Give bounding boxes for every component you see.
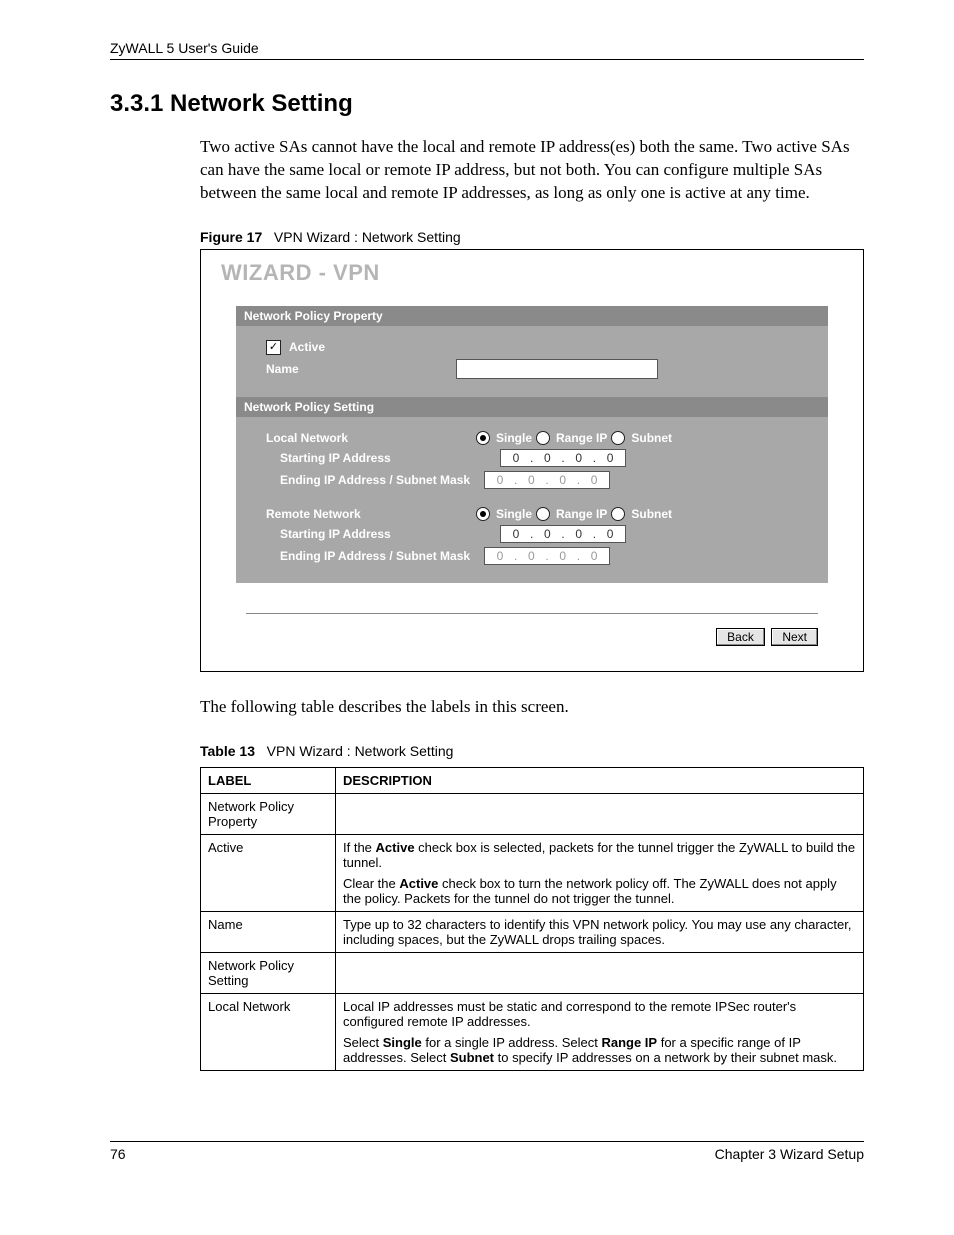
local-network-label: Local Network <box>266 431 476 445</box>
cell-desc: Local IP addresses must be static and co… <box>336 993 864 1070</box>
local-starting-ip-label: Starting IP Address <box>266 451 480 465</box>
table-row: Local Network Local IP addresses must be… <box>201 993 864 1070</box>
remote-radio-range[interactable] <box>536 507 550 521</box>
table-row: Network Policy Setting <box>201 952 864 993</box>
cell-label: Network Policy Property <box>201 793 336 834</box>
col-header-description: DESCRIPTION <box>336 767 864 793</box>
col-header-label: LABEL <box>201 767 336 793</box>
local-radio-single[interactable] <box>476 431 490 445</box>
local-ending-ip-label: Ending IP Address / Subnet Mask <box>266 473 480 487</box>
remote-radio-single[interactable] <box>476 507 490 521</box>
table-label: Table 13 <box>200 743 255 759</box>
radio-label-subnet: Subnet <box>631 431 672 445</box>
remote-radio-subnet[interactable] <box>611 507 625 521</box>
table-row: Name Type up to 32 characters to identif… <box>201 911 864 952</box>
radio-label-single: Single <box>496 431 532 445</box>
cell-desc: Type up to 32 characters to identify thi… <box>336 911 864 952</box>
cell-label: Name <box>201 911 336 952</box>
remote-ending-ip-label: Ending IP Address / Subnet Mask <box>266 549 480 563</box>
table-title: VPN Wizard : Network Setting <box>267 743 454 759</box>
local-radio-range[interactable] <box>536 431 550 445</box>
cell-desc <box>336 952 864 993</box>
cell-desc <box>336 793 864 834</box>
wizard-title: WIZARD - VPN <box>221 260 843 286</box>
remote-ending-ip-input[interactable]: 0. 0. 0. 0 <box>484 547 610 565</box>
cell-desc: If the Active check box is selected, pac… <box>336 834 864 911</box>
remote-starting-ip-label: Starting IP Address <box>266 527 480 541</box>
table-intro-paragraph: The following table describes the labels… <box>200 696 864 719</box>
name-label: Name <box>266 362 456 376</box>
running-header: ZyWALL 5 User's Guide <box>110 40 864 60</box>
figure-label: Figure 17 <box>200 229 262 245</box>
section-bar-property: Network Policy Property <box>236 306 828 326</box>
figure-screenshot: WIZARD - VPN Network Policy Property ✓ A… <box>200 250 864 672</box>
remote-starting-ip-input[interactable]: 0. 0. 0. 0 <box>500 525 626 543</box>
active-checkbox[interactable]: ✓ <box>266 340 281 355</box>
local-radio-subnet[interactable] <box>611 431 625 445</box>
radio-label-single: Single <box>496 507 532 521</box>
table-header-row: LABEL DESCRIPTION <box>201 767 864 793</box>
page-footer: 76 Chapter 3 Wizard Setup <box>110 1141 864 1162</box>
chapter-label: Chapter 3 Wizard Setup <box>715 1146 864 1162</box>
cell-label: Network Policy Setting <box>201 952 336 993</box>
table-row: Network Policy Property <box>201 793 864 834</box>
cell-label: Active <box>201 834 336 911</box>
local-starting-ip-input[interactable]: 0. 0. 0. 0 <box>500 449 626 467</box>
local-ending-ip-input[interactable]: 0. 0. 0. 0 <box>484 471 610 489</box>
section-bar-setting: Network Policy Setting <box>236 397 828 417</box>
description-table: LABEL DESCRIPTION Network Policy Propert… <box>200 767 864 1071</box>
page-number: 76 <box>110 1146 126 1162</box>
intro-paragraph: Two active SAs cannot have the local and… <box>200 136 864 205</box>
table-caption: Table 13 VPN Wizard : Network Setting <box>200 743 864 763</box>
active-label: Active <box>289 340 479 354</box>
radio-label-range: Range IP <box>556 431 607 445</box>
remote-network-label: Remote Network <box>266 507 476 521</box>
table-row: Active If the Active check box is select… <box>201 834 864 911</box>
back-button[interactable]: Back <box>716 628 765 646</box>
radio-label-subnet: Subnet <box>631 507 672 521</box>
figure-caption: Figure 17 VPN Wizard : Network Setting <box>200 229 864 250</box>
radio-label-range: Range IP <box>556 507 607 521</box>
figure-title: VPN Wizard : Network Setting <box>274 229 461 245</box>
section-heading: 3.3.1 Network Setting <box>110 90 864 118</box>
cell-label: Local Network <box>201 993 336 1070</box>
name-input[interactable] <box>456 359 658 379</box>
next-button[interactable]: Next <box>771 628 818 646</box>
